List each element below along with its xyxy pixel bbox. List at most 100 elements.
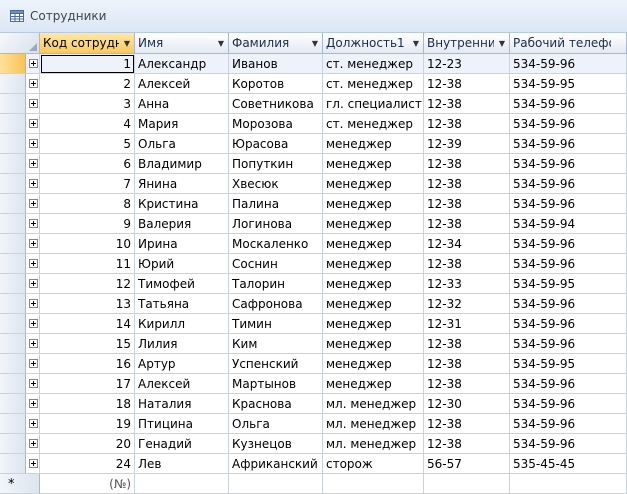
- table-cell[interactable]: 12-38: [424, 114, 510, 134]
- table-cell[interactable]: Палина: [229, 194, 323, 214]
- table-cell[interactable]: 12-38: [424, 194, 510, 214]
- table-cell[interactable]: Птицина: [135, 414, 229, 434]
- table-cell[interactable]: Мария: [135, 114, 229, 134]
- record-selector[interactable]: [0, 354, 26, 374]
- table-cell[interactable]: Попуткин: [229, 154, 323, 174]
- table-cell[interactable]: 1: [40, 54, 135, 74]
- table-cell[interactable]: Наталия: [135, 394, 229, 414]
- table-cell[interactable]: Алексей: [135, 74, 229, 94]
- table-row[interactable]: 16 Артур Успенский менеджер 12-38 534-59-95: [0, 354, 627, 374]
- table-cell[interactable]: Ирина: [135, 234, 229, 254]
- table-cell[interactable]: 12-39: [424, 134, 510, 154]
- record-selector[interactable]: [0, 434, 26, 454]
- table-cell[interactable]: 534-59-96: [510, 394, 627, 414]
- table-cell[interactable]: менеджер: [323, 294, 424, 314]
- table-cell[interactable]: 12-33: [424, 274, 510, 294]
- plus-box-icon[interactable]: [29, 359, 38, 368]
- table-cell[interactable]: Сафронова: [229, 294, 323, 314]
- table-cell[interactable]: менеджер: [323, 374, 424, 394]
- table-cell[interactable]: Артур: [135, 354, 229, 374]
- table-cell[interactable]: Логинова: [229, 214, 323, 234]
- table-cell[interactable]: менеджер: [323, 354, 424, 374]
- table-cell[interactable]: 17: [40, 374, 135, 394]
- table-cell[interactable]: 534-59-95: [510, 354, 627, 374]
- table-cell[interactable]: Кристина: [135, 194, 229, 214]
- table-cell[interactable]: [510, 474, 627, 494]
- record-selector[interactable]: [0, 214, 26, 234]
- column-header-5[interactable]: Внутренни ▼: [424, 33, 510, 54]
- table-cell[interactable]: 534-59-96: [510, 54, 627, 74]
- plus-box-icon[interactable]: [29, 339, 38, 348]
- table-cell[interactable]: 534-59-95: [510, 274, 627, 294]
- table-cell[interactable]: Юрасова: [229, 134, 323, 154]
- column-header-2[interactable]: Имя ▼: [135, 33, 229, 54]
- table-cell[interactable]: 12-23: [424, 54, 510, 74]
- plus-box-icon[interactable]: [29, 399, 38, 408]
- table-row[interactable]: 14 Кирилл Тимин менеджер 12-31 534-59-96: [0, 314, 627, 334]
- table-cell[interactable]: Анна: [135, 94, 229, 114]
- table-cell[interactable]: Хвесюк: [229, 174, 323, 194]
- table-cell[interactable]: 534-59-96: [510, 154, 627, 174]
- table-row[interactable]: 12 Тимофей Талорин менеджер 12-33 534-59-95: [0, 274, 627, 294]
- record-selector[interactable]: [0, 274, 26, 294]
- table-cell[interactable]: Кузнецов: [229, 434, 323, 454]
- plus-box-icon[interactable]: [29, 459, 38, 468]
- table-cell[interactable]: Тимин: [229, 314, 323, 334]
- table-cell[interactable]: 5: [40, 134, 135, 154]
- table-cell[interactable]: Ольга: [135, 134, 229, 154]
- table-cell[interactable]: [229, 474, 323, 494]
- table-cell[interactable]: менеджер: [323, 214, 424, 234]
- table-cell[interactable]: Коротов: [229, 74, 323, 94]
- table-cell[interactable]: 11: [40, 254, 135, 274]
- plus-box-icon[interactable]: [29, 319, 38, 328]
- table-cell[interactable]: Кирилл: [135, 314, 229, 334]
- table-cell[interactable]: Владимир: [135, 154, 229, 174]
- new-record-row[interactable]: * (№): [0, 474, 627, 494]
- column-header-3[interactable]: Фамилия ▼: [229, 33, 323, 54]
- table-cell[interactable]: Африканский: [229, 454, 323, 474]
- table-row[interactable]: 2 Алексей Коротов ст. менеджер 12-38 534-59-9…: [0, 74, 627, 94]
- table-cell[interactable]: 12-38: [424, 214, 510, 234]
- table-cell[interactable]: 12-38: [424, 374, 510, 394]
- plus-box-icon[interactable]: [29, 239, 38, 248]
- plus-box-icon[interactable]: [29, 139, 38, 148]
- table-cell[interactable]: 3: [40, 94, 135, 114]
- record-selector[interactable]: [0, 294, 26, 314]
- record-selector[interactable]: [0, 394, 26, 414]
- table-cell[interactable]: 534-59-94: [510, 214, 627, 234]
- plus-box-icon[interactable]: [29, 179, 38, 188]
- table-cell[interactable]: 12-38: [424, 74, 510, 94]
- table-cell[interactable]: 10: [40, 234, 135, 254]
- table-cell[interactable]: 12-32: [424, 294, 510, 314]
- table-cell[interactable]: Иванов: [229, 54, 323, 74]
- table-cell[interactable]: ст. менеджер: [323, 74, 424, 94]
- table-cell[interactable]: менеджер: [323, 234, 424, 254]
- table-cell[interactable]: 534-59-96: [510, 254, 627, 274]
- table-cell[interactable]: 534-59-96: [510, 194, 627, 214]
- table-cell[interactable]: 12: [40, 274, 135, 294]
- table-cell[interactable]: Краснова: [229, 394, 323, 414]
- table-cell[interactable]: 534-59-96: [510, 434, 627, 454]
- dropdown-arrow-icon[interactable]: ▼: [312, 33, 318, 53]
- record-selector[interactable]: [0, 254, 26, 274]
- table-cell[interactable]: 12-38: [424, 254, 510, 274]
- table-cell[interactable]: 9: [40, 214, 135, 234]
- plus-box-icon[interactable]: [29, 419, 38, 428]
- table-cell[interactable]: Татьяна: [135, 294, 229, 314]
- table-cell[interactable]: [323, 474, 424, 494]
- table-cell[interactable]: 534-59-96: [510, 174, 627, 194]
- table-cell[interactable]: Москаленко: [229, 234, 323, 254]
- table-row[interactable]: 3 Анна Советникова гл. специалист 12-38 534-5…: [0, 94, 627, 114]
- table-cell[interactable]: 12-38: [424, 414, 510, 434]
- table-cell[interactable]: мл. менеджер: [323, 394, 424, 414]
- plus-box-icon[interactable]: [29, 119, 38, 128]
- dropdown-arrow-icon[interactable]: ▼: [499, 33, 505, 53]
- table-cell[interactable]: Успенский: [229, 354, 323, 374]
- plus-box-icon[interactable]: [29, 299, 38, 308]
- table-row[interactable]: 6 Владимир Попуткин менеджер 12-38 534-59-96: [0, 154, 627, 174]
- table-cell[interactable]: мл. менеджер: [323, 434, 424, 454]
- table-cell[interactable]: Александр: [135, 54, 229, 74]
- table-cell[interactable]: 2: [40, 74, 135, 94]
- table-cell[interactable]: ст. менеджер: [323, 114, 424, 134]
- table-cell[interactable]: 12-31: [424, 314, 510, 334]
